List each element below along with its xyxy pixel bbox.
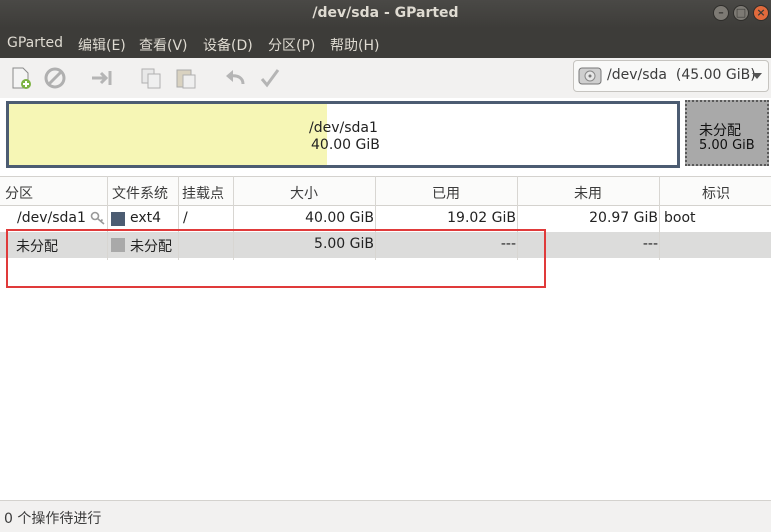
- hard-disk-icon: [578, 67, 602, 85]
- cell-flags: boot: [664, 210, 696, 226]
- menu-view[interactable]: 查看(V): [139, 35, 188, 55]
- close-button[interactable]: ×: [753, 5, 769, 21]
- cell-used: 19.02 GiB: [447, 210, 516, 226]
- cell-size: 40.00 GiB: [305, 210, 374, 226]
- column-header-filesystem[interactable]: 文件系统: [112, 183, 168, 203]
- chevron-down-icon: [752, 73, 762, 79]
- device-selector[interactable]: /dev/sda (45.00 GiB): [573, 60, 769, 92]
- disk-map-unallocated-size: 5.00 GiB: [699, 138, 755, 153]
- partition-table-header: 分区 文件系统 挂载点 大小 已用 未用 标识: [0, 176, 771, 206]
- disk-map-unallocated-label: 未分配: [699, 123, 741, 139]
- column-header-flags[interactable]: 标识: [702, 183, 730, 203]
- filesystem-color-swatch: [111, 212, 125, 226]
- menu-help[interactable]: 帮助(H): [330, 35, 379, 55]
- column-separator: [659, 176, 660, 260]
- menu-device[interactable]: 设备(D): [203, 35, 253, 55]
- column-header-partition[interactable]: 分区: [5, 183, 33, 203]
- resize-move-icon[interactable]: [90, 66, 114, 90]
- partition-used-fill: [9, 104, 327, 165]
- menu-gparted[interactable]: GParted: [7, 35, 63, 51]
- column-header-unused[interactable]: 未用: [574, 183, 602, 203]
- copy-icon[interactable]: [139, 66, 163, 90]
- window-title: /dev/sda - GParted: [312, 5, 459, 21]
- cell-mountpoint: /: [183, 210, 188, 226]
- key-icon: [90, 211, 105, 225]
- column-header-size[interactable]: 大小: [290, 183, 318, 203]
- disk-map-partition-sda1[interactable]: /dev/sda1 40.00 GiB: [6, 101, 680, 168]
- status-text: 0 个操作待进行: [4, 511, 102, 527]
- minimize-button[interactable]: –: [713, 5, 729, 21]
- status-bar: 0 个操作待进行: [0, 500, 771, 532]
- disk-map-partition-size: 40.00 GiB: [311, 137, 380, 153]
- highlight-box: [6, 229, 546, 288]
- undo-icon[interactable]: [223, 66, 247, 90]
- title-bar: /dev/sda - GParted – □ ×: [0, 0, 771, 28]
- delete-icon[interactable]: [43, 66, 67, 90]
- column-header-used[interactable]: 已用: [432, 183, 460, 203]
- disk-map-partition-name: /dev/sda1: [309, 120, 378, 136]
- device-selector-label: /dev/sda (45.00 GiB): [607, 67, 756, 83]
- column-header-mountpoint[interactable]: 挂载点: [182, 183, 224, 203]
- paste-icon[interactable]: [174, 66, 198, 90]
- cell-partition: /dev/sda1: [17, 210, 86, 226]
- maximize-button[interactable]: □: [733, 5, 749, 21]
- menu-bar: GParted 编辑(E) 查看(V) 设备(D) 分区(P) 帮助(H): [0, 28, 771, 58]
- cell-unused: 20.97 GiB: [589, 210, 658, 226]
- cell-filesystem: ext4: [130, 210, 162, 226]
- disk-map-unallocated[interactable]: 未分配 5.00 GiB: [685, 100, 769, 166]
- apply-icon[interactable]: [258, 66, 282, 90]
- menu-partition[interactable]: 分区(P): [268, 35, 315, 55]
- new-partition-icon[interactable]: [9, 66, 33, 90]
- menu-edit[interactable]: 编辑(E): [78, 35, 126, 55]
